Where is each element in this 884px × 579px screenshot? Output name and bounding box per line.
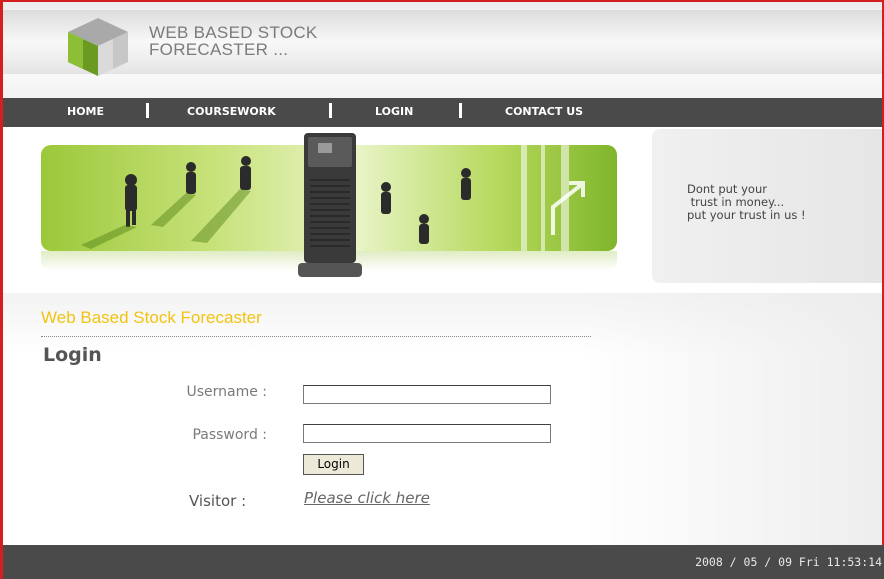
top-navigation: HOME COURSEWORK LOGIN CONTACT US	[3, 98, 882, 127]
password-input[interactable]	[303, 424, 551, 443]
nav-home[interactable]: HOME	[67, 105, 104, 118]
nav-coursework[interactable]: COURSEWORK	[187, 105, 276, 118]
content-shade	[582, 293, 882, 545]
banner-area: Dont put your trust in money... put your…	[3, 127, 882, 293]
server-tower-icon	[298, 133, 362, 277]
dotted-divider	[41, 336, 591, 337]
nav-separator	[459, 103, 462, 118]
login-heading: Login	[43, 344, 102, 366]
username-input[interactable]	[303, 385, 551, 404]
nav-login[interactable]: LOGIN	[375, 105, 413, 118]
nav-separator	[146, 103, 149, 118]
site-title: WEB BASED STOCK FORECASTER ...	[149, 24, 389, 58]
nav-separator	[329, 103, 332, 118]
visitor-label: Visitor :	[189, 492, 247, 510]
footer-datetime: 2008 / 05 / 09 Fri 11:53:14	[695, 555, 882, 569]
login-content: Web Based Stock Forecaster Login Usernam…	[3, 293, 882, 545]
tagline-text: Dont put your trust in money... put your…	[687, 182, 806, 222]
nav-contact-us[interactable]: CONTACT US	[505, 105, 583, 118]
site-header: WEB BASED STOCK FORECASTER ...	[3, 2, 882, 98]
tagline-panel: Dont put your trust in money... put your…	[652, 129, 882, 283]
footer-bar: 2008 / 05 / 09 Fri 11:53:14	[3, 545, 884, 579]
site-title-line1: WEB BASED STOCK	[149, 23, 318, 42]
visitor-link[interactable]: Please click here	[304, 489, 430, 507]
login-button[interactable]: Login	[303, 454, 364, 475]
green-cube-logo-icon	[68, 18, 128, 76]
password-label: Password :	[192, 427, 267, 443]
header-band	[3, 10, 882, 74]
site-title-line2: FORECASTER ...	[149, 40, 289, 59]
username-label: Username :	[186, 384, 267, 400]
section-title: Web Based Stock Forecaster	[41, 308, 262, 327]
